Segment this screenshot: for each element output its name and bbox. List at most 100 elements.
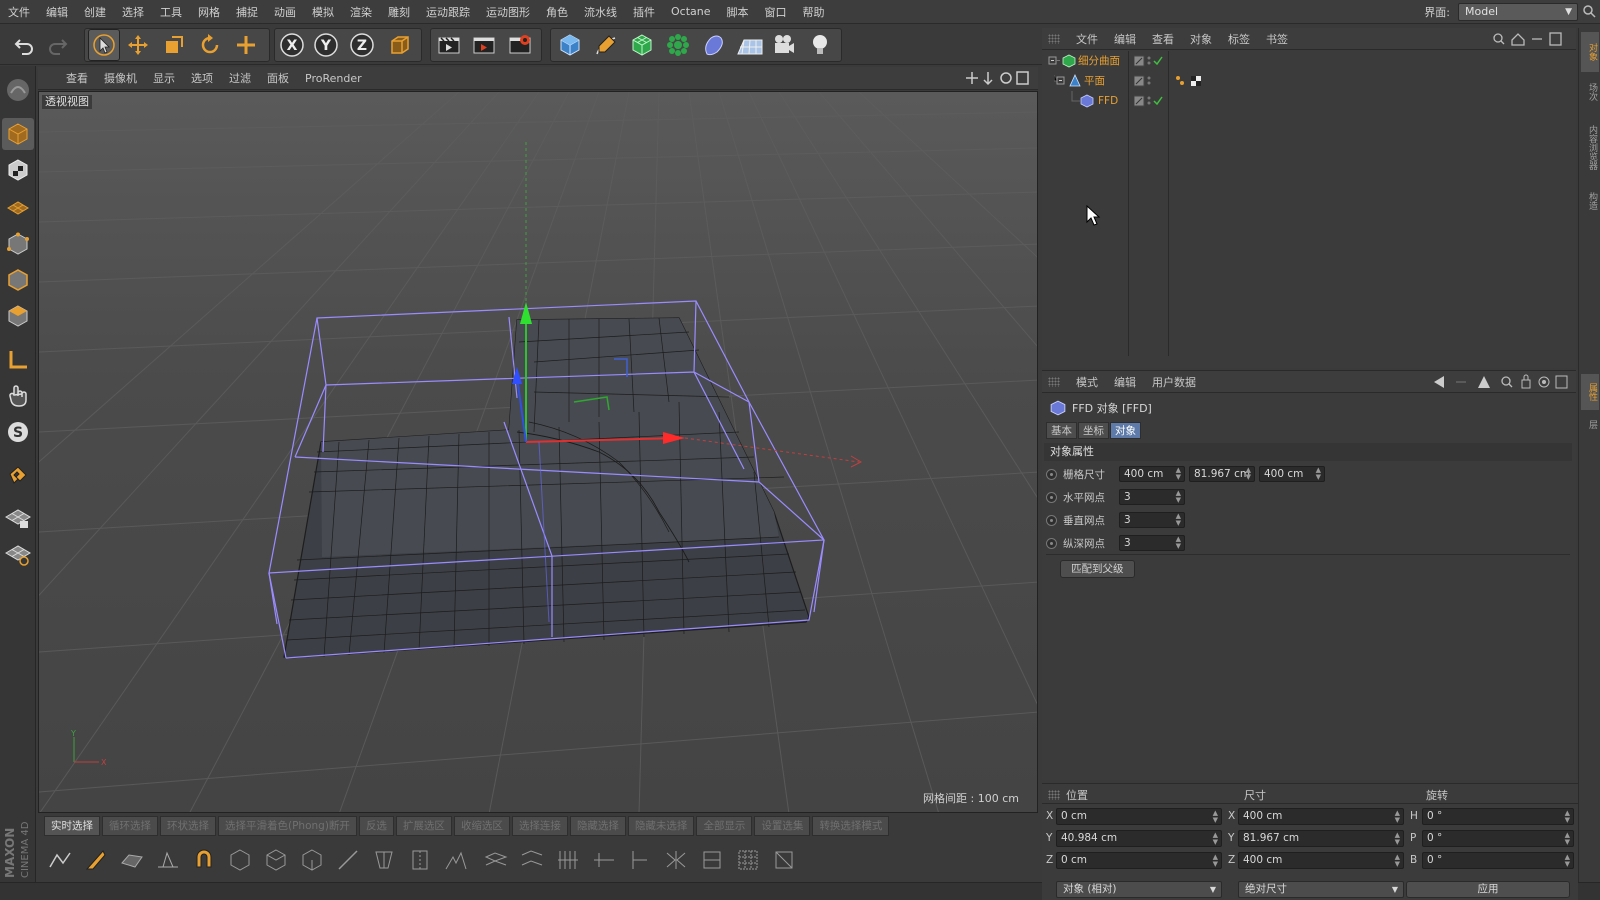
tab-coord[interactable]: 坐标 xyxy=(1078,422,1109,439)
spinner-icon[interactable]: ▲ ▼ xyxy=(1565,810,1570,824)
spinner-icon[interactable]: ▲ ▼ xyxy=(1246,467,1251,481)
stitch-button[interactable] xyxy=(516,844,548,876)
tab-grow-selection[interactable]: 扩展选区 xyxy=(395,816,452,836)
snap-button[interactable] xyxy=(2,460,34,492)
spline-tool-button[interactable] xyxy=(44,844,76,876)
rotation-p-field[interactable]: 0 ° ▲ ▼ xyxy=(1422,830,1574,847)
workplane-mode-button[interactable] xyxy=(2,190,34,222)
object-name[interactable]: 细分曲面 xyxy=(1078,51,1120,71)
bevel-tool-button[interactable] xyxy=(224,844,256,876)
spinner-icon[interactable]: ▲ ▼ xyxy=(1176,490,1181,504)
menu-render[interactable]: 渲染 xyxy=(342,4,380,20)
loop-cut-button[interactable] xyxy=(404,844,436,876)
fit-to-parent-button[interactable]: 匹配到父级 xyxy=(1060,560,1135,578)
menu-help[interactable]: 帮助 xyxy=(795,4,833,20)
subdivide-button[interactable] xyxy=(732,844,764,876)
visibility-toggles[interactable] xyxy=(1134,95,1166,107)
menu-window[interactable]: 窗口 xyxy=(757,4,795,20)
tab-phong-break-selection[interactable]: 选择平滑着色(Phong)断开 xyxy=(218,816,357,836)
z-axis-lock-button[interactable]: Z xyxy=(346,29,378,61)
tweak-mode-button[interactable] xyxy=(2,380,34,412)
viewport-menu-cameras[interactable]: 摄像机 xyxy=(96,70,145,86)
menu-select[interactable]: 选择 xyxy=(114,4,152,20)
render-settings-button[interactable] xyxy=(504,29,536,61)
menu-script[interactable]: 脚本 xyxy=(719,4,757,20)
menu-mograph[interactable]: 运动图形 xyxy=(478,4,538,20)
attr-menu-mode[interactable]: 模式 xyxy=(1068,374,1106,390)
size-y-field[interactable]: 81.967 cm ▲ ▼ xyxy=(1238,830,1404,847)
floor-button[interactable] xyxy=(734,29,766,61)
deformer-button[interactable] xyxy=(698,29,730,61)
panel-grip-icon[interactable] xyxy=(1048,790,1060,800)
animate-radio[interactable] xyxy=(1046,491,1057,503)
side-tab-content-browser[interactable]: 内容浏览器 xyxy=(1581,112,1599,182)
iron-button[interactable] xyxy=(552,844,584,876)
spinner-icon[interactable]: ▲ ▼ xyxy=(1213,810,1218,824)
tab-object[interactable]: 对象 xyxy=(1110,422,1141,439)
size-x-field[interactable]: 400 cm ▲ ▼ xyxy=(1238,808,1404,825)
visibility-toggles[interactable] xyxy=(1134,55,1166,67)
render-view-button[interactable] xyxy=(433,29,465,61)
grid-size-x-field[interactable]: 400 cm ▲ ▼ xyxy=(1119,466,1185,482)
tree-row-ffd[interactable]: FFD xyxy=(1042,91,1576,111)
solo-mode-button[interactable]: S xyxy=(2,416,34,448)
menu-tools[interactable]: 工具 xyxy=(152,4,190,20)
obj-menu-edit[interactable]: 编辑 xyxy=(1106,31,1144,47)
side-tab-layers[interactable]: 层 xyxy=(1581,412,1599,436)
menu-edit[interactable]: 编辑 xyxy=(38,4,76,20)
live-selection-button[interactable] xyxy=(88,29,120,61)
texture-mode-button[interactable] xyxy=(2,154,34,186)
spinner-icon[interactable]: ▲ ▼ xyxy=(1395,832,1400,846)
knife-tool-button[interactable] xyxy=(80,844,112,876)
recent-tool-button[interactable] xyxy=(230,29,262,61)
search-icon[interactable] xyxy=(1581,3,1597,19)
viewport-menu-display[interactable]: 显示 xyxy=(145,70,183,86)
tree-row-subdivision-surface[interactable]: 细分曲面 xyxy=(1042,51,1576,71)
edges-mode-button[interactable] xyxy=(2,264,34,296)
tab-loop-selection[interactable]: 循环选择 xyxy=(102,816,158,836)
mirror-button[interactable] xyxy=(660,844,692,876)
polygons-mode-button[interactable] xyxy=(2,300,34,332)
coordinate-system-button[interactable] xyxy=(384,29,416,61)
y-axis-lock-button[interactable]: Y xyxy=(310,29,342,61)
animate-radio[interactable] xyxy=(1046,514,1057,526)
viewport-menu-prorender[interactable]: ProRender xyxy=(297,72,370,85)
obj-menu-objects[interactable]: 对象 xyxy=(1182,31,1220,47)
menu-file[interactable]: 文件 xyxy=(0,4,38,20)
side-tab-attributes[interactable]: 属性 xyxy=(1581,374,1599,410)
position-x-field[interactable]: 0 cm ▲ ▼ xyxy=(1056,808,1222,825)
matrix-extrude-button[interactable] xyxy=(296,844,328,876)
menu-character[interactable]: 角色 xyxy=(538,4,576,20)
size-mode-select[interactable]: 绝对尺寸 ▼ xyxy=(1238,881,1404,898)
tab-unhide-all[interactable]: 全部显示 xyxy=(696,816,753,836)
side-tab-objects[interactable]: 对象 xyxy=(1581,32,1599,72)
menu-motion-tracker[interactable]: 运动跟踪 xyxy=(418,4,478,20)
rotate-button[interactable] xyxy=(194,29,226,61)
make-editable-button[interactable] xyxy=(2,74,34,106)
points-mode-button[interactable] xyxy=(2,228,34,260)
tab-live-selection[interactable]: 实时选择 xyxy=(44,816,100,836)
light-button[interactable] xyxy=(804,29,836,61)
move-button[interactable] xyxy=(122,29,154,61)
attr-menu-edit[interactable]: 编辑 xyxy=(1106,374,1144,390)
set-point-value-button[interactable] xyxy=(624,844,656,876)
spinner-icon[interactable]: ▲ ▼ xyxy=(1316,467,1321,481)
render-picture-viewer-button[interactable] xyxy=(468,29,500,61)
locked-workplane-button[interactable] xyxy=(2,538,34,570)
position-z-field[interactable]: 0 cm ▲ ▼ xyxy=(1056,852,1222,869)
viewport-menu-filter[interactable]: 过滤 xyxy=(221,70,259,86)
tab-basic[interactable]: 基本 xyxy=(1046,422,1077,439)
scale-button[interactable] xyxy=(158,29,190,61)
smooth-shift-button[interactable] xyxy=(588,844,620,876)
object-name[interactable]: 平面 xyxy=(1084,71,1105,91)
camera-button[interactable] xyxy=(768,29,800,61)
spinner-icon[interactable]: ▲ ▼ xyxy=(1565,832,1570,846)
add-cube-button[interactable] xyxy=(554,29,586,61)
spinner-icon[interactable]: ▲ ▼ xyxy=(1395,854,1400,868)
layout-select[interactable]: Model ▼ xyxy=(1458,3,1578,21)
extrude-inner-button[interactable] xyxy=(260,844,292,876)
viewport-menu-panel[interactable]: 面板 xyxy=(259,70,297,86)
x-axis-lock-button[interactable]: X xyxy=(276,29,308,61)
obj-menu-file[interactable]: 文件 xyxy=(1068,31,1106,47)
menu-simulate[interactable]: 模拟 xyxy=(304,4,342,20)
